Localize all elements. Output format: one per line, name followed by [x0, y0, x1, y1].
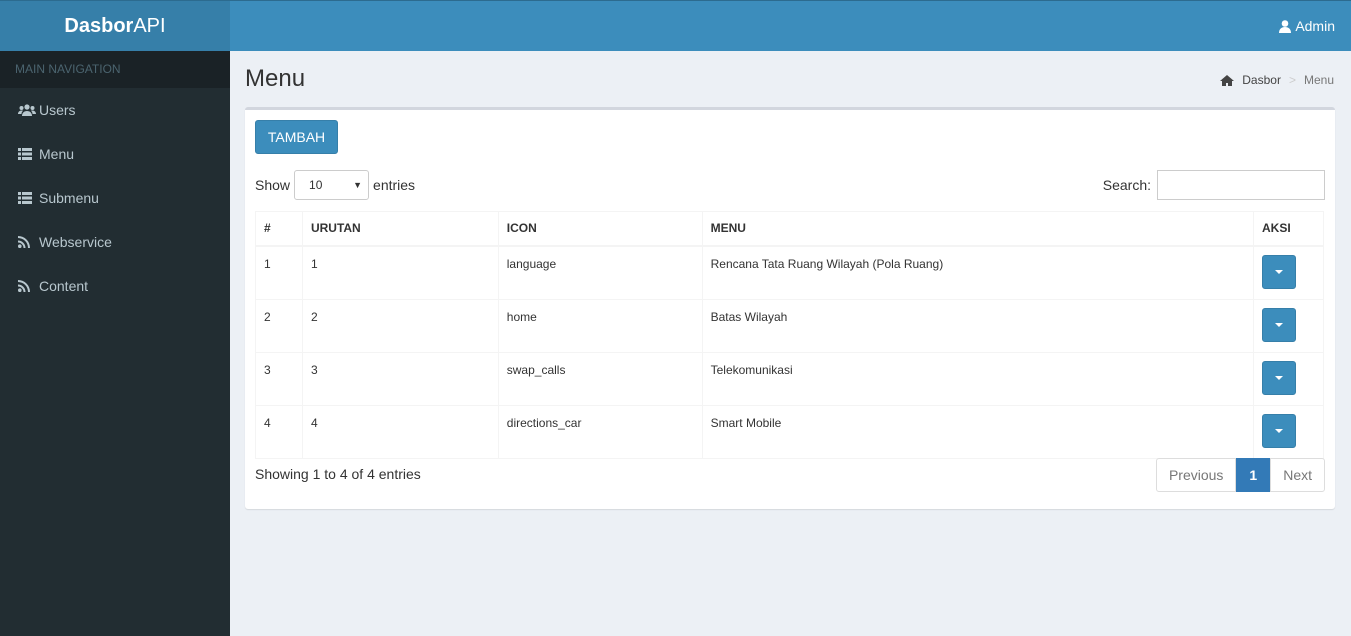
- content: Menu Dasbor > Menu TAMBAH Show 10 ▼ entri…: [230, 51, 1351, 636]
- caret-down-icon: ▼: [353, 180, 363, 190]
- home-icon: [1220, 74, 1235, 86]
- search-input[interactable]: [1157, 170, 1325, 200]
- caret-down-icon: [1275, 428, 1283, 433]
- table-row: 4 4 directions_car Smart Mobile: [255, 404, 1324, 459]
- breadcrumb-dasbor[interactable]: Dasbor: [1242, 73, 1281, 87]
- caret-down-icon: [1275, 322, 1283, 327]
- sidebar-item-content[interactable]: Content: [0, 264, 230, 308]
- sidebar-item-users[interactable]: Users: [0, 88, 230, 132]
- page-length: Show 10 ▼ entries: [255, 170, 415, 200]
- caret-down-icon: [1275, 269, 1283, 274]
- list-icon: [18, 148, 36, 160]
- sidebar-item-webservice[interactable]: Webservice: [0, 220, 230, 264]
- col-icon[interactable]: ICON: [497, 211, 703, 247]
- next-button[interactable]: Next: [1270, 458, 1325, 492]
- menu-table: # URUTAN ICON MENU AKSI 1 1 language Rencan…: [255, 211, 1324, 459]
- list-icon: [18, 192, 36, 204]
- caret-down-icon: [1275, 375, 1283, 380]
- breadcrumb: Dasbor > Menu: [1220, 73, 1334, 87]
- page-title: Menu: [245, 65, 306, 92]
- action-dropdown-button[interactable]: [1262, 307, 1296, 342]
- breadcrumb-menu: Menu: [1303, 73, 1334, 87]
- logo[interactable]: DasborAPI: [0, 0, 230, 51]
- topbar: Admin: [230, 0, 1351, 51]
- action-dropdown-button[interactable]: [1262, 413, 1296, 448]
- table-info: Showing 1 to 4 of 4 entries: [255, 466, 421, 482]
- sidebar-item-submenu[interactable]: Submenu: [0, 176, 230, 220]
- add-button[interactable]: TAMBAH: [255, 120, 338, 154]
- rss-icon: [18, 280, 36, 292]
- menu-box: TAMBAH Show 10 ▼ entries Search: # URUTAN…: [245, 107, 1335, 509]
- col-aksi: AKSI: [1253, 211, 1324, 247]
- user-menu[interactable]: Admin: [1279, 1, 1335, 52]
- users-icon: [18, 104, 36, 116]
- action-dropdown-button[interactable]: [1262, 360, 1296, 395]
- col-menu[interactable]: MENU: [701, 211, 1255, 247]
- table-row: 3 3 swap_calls Telekomunikasi: [255, 351, 1324, 406]
- nav-header: MAIN NAVIGATION: [0, 51, 230, 88]
- pagination: Previous 1 Next: [1155, 458, 1325, 492]
- sidebar: DasborAPI MAIN NAVIGATION Users Menu Sub…: [0, 0, 230, 636]
- page-length-select[interactable]: 10 ▼: [294, 170, 370, 200]
- col-urutan[interactable]: URUTAN: [301, 211, 499, 247]
- user-icon: [1279, 20, 1292, 33]
- page-1-button[interactable]: 1: [1236, 458, 1271, 492]
- table-row: 1 1 language Rencana Tata Ruang Wilayah (Po…: [255, 245, 1324, 300]
- col-number[interactable]: #: [255, 211, 303, 247]
- sidebar-item-menu[interactable]: Menu: [0, 132, 230, 176]
- search: Search:: [1103, 170, 1325, 200]
- rss-icon: [18, 236, 36, 248]
- previous-button[interactable]: Previous: [1155, 458, 1237, 492]
- action-dropdown-button[interactable]: [1262, 254, 1296, 289]
- table-row: 2 2 home Batas Wilayah: [255, 298, 1324, 353]
